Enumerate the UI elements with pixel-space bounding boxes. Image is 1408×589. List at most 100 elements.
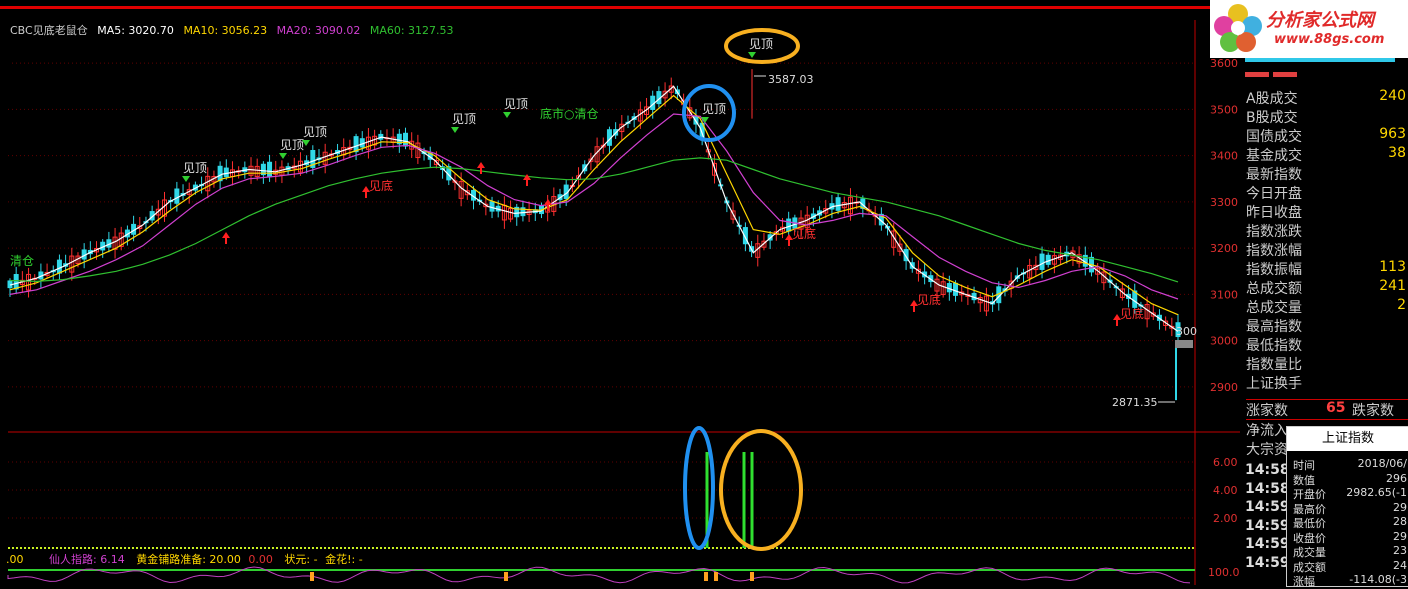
top-signal-arrow xyxy=(182,176,190,182)
bottom-signal-label: 见底 xyxy=(917,292,941,307)
logo-title: 分析家公式网 xyxy=(1266,10,1374,31)
indicator-name: CBC见底老鼠仓 xyxy=(10,24,88,37)
stat-row: 总成交额 241 xyxy=(1246,278,1408,297)
stat-label: 今日开盘 xyxy=(1246,186,1302,202)
sub2-marker xyxy=(714,572,718,581)
bottom-market-label: 底市○清仓 xyxy=(540,106,598,121)
candle-body xyxy=(403,132,409,147)
stat-value: 38 xyxy=(1388,145,1406,161)
ma5-value: MA5: 3020.70 xyxy=(97,24,174,37)
stat-row: 总成交量 2 xyxy=(1246,297,1408,316)
tooltip-value: 2982.65(-1 xyxy=(1346,486,1407,499)
stat-row: 最低指数 xyxy=(1246,335,1408,354)
high-price-label: 3587.03 xyxy=(768,73,814,86)
clear-position-label: 清仓 xyxy=(10,254,34,268)
tooltip-value: 29 xyxy=(1393,529,1407,543)
jinhua-value: 金花!: - xyxy=(325,553,363,566)
kline-chart[interactable]: 见顶见顶见顶见顶见顶 见顶见顶见底见底见底见底清仓底市○清仓3587.032871… xyxy=(0,20,1240,585)
stat-label: 最高指数 xyxy=(1246,319,1302,335)
signal-markers: 见顶见顶见顶见顶见顶 见顶见顶见底见底见底见底清仓底市○清仓3587.032871… xyxy=(10,37,1197,409)
y-tick-label: 3400 xyxy=(1210,150,1238,163)
stat-value: 2 xyxy=(1397,297,1406,313)
stat-row: 基金成交 38 xyxy=(1246,145,1408,164)
tooltip-label: 开盘价 xyxy=(1293,488,1326,501)
tooltip-value: 2018/06/ xyxy=(1357,457,1407,470)
candle-body xyxy=(223,167,229,178)
chart-grid xyxy=(8,20,1240,585)
tooltip-row: 最高价 29 xyxy=(1293,500,1408,516)
low-price-label: 2871.35 xyxy=(1112,396,1158,409)
tick-time: 14:59 xyxy=(1245,499,1290,515)
tooltip-label: 最高价 xyxy=(1293,502,1326,516)
candle-body xyxy=(353,136,359,153)
stat-label: 上证换手 xyxy=(1246,376,1302,392)
stat-row: 国债成交 963 xyxy=(1246,126,1408,145)
candle-body xyxy=(174,188,180,204)
tooltip-value: 24 xyxy=(1393,558,1407,572)
highlight-ellipse-bar xyxy=(683,426,715,550)
tooltip-row: 时间 2018/06/ xyxy=(1293,457,1408,472)
stat-label: 指数量比 xyxy=(1246,357,1302,373)
moving-average-lines xyxy=(9,85,1179,332)
tooltip-label: 时间 xyxy=(1293,459,1315,472)
updown-row: 涨家数 65 跌家数 xyxy=(1246,399,1408,420)
tooltip-label: 成交额 xyxy=(1293,560,1326,574)
tooltip-value: 296 xyxy=(1386,471,1407,485)
tick-time: 14:59 xyxy=(1245,554,1290,571)
tooltip-row: 涨幅 -114.08(-3 xyxy=(1293,573,1408,588)
ma-legend: CBC见底老鼠仓 MA5: 3020.70 MA10: 3056.23 MA20… xyxy=(10,22,460,38)
ma-line-ma5 xyxy=(9,85,1179,332)
tooltip-label: 成交量 xyxy=(1293,546,1326,559)
top-signal-label: 见顶 xyxy=(303,125,327,139)
annotation-overlay xyxy=(0,20,803,551)
candle-body xyxy=(835,197,841,211)
sub-y-tick-label: 4.00 xyxy=(1213,484,1238,497)
candle-body xyxy=(56,259,62,274)
top-signal-label: 见顶 xyxy=(183,161,207,175)
price-axis: 3600 3500 3400 3300 3200 3100 3000 2900 6.00 4.00… xyxy=(1208,57,1240,579)
stat-row: 昨日收盘 xyxy=(1246,202,1408,221)
top-signal-label: 见顶 xyxy=(504,97,528,111)
sub-y-tick-label: 6.00 xyxy=(1213,456,1238,469)
stat-value: 113 xyxy=(1379,259,1406,275)
stat-value: 963 xyxy=(1379,126,1406,142)
stat-label: 指数振幅 xyxy=(1246,262,1302,278)
ma-line-ma10 xyxy=(9,94,1179,316)
tooltip-row: 最低价 28 xyxy=(1293,515,1408,530)
stat-label: 总成交额 xyxy=(1246,281,1302,297)
candle-body xyxy=(1045,254,1051,265)
stat-label: 指数涨幅 xyxy=(1246,243,1302,259)
sub2-marker xyxy=(310,572,314,581)
ma20-value: MA20: 3090.02 xyxy=(276,24,361,37)
stat-value: 240 xyxy=(1379,88,1406,104)
site-logo: 分析家公式网 www.88gs.com xyxy=(1210,0,1408,58)
stat-row: 今日开盘 xyxy=(1246,183,1408,202)
tooltip-label: 涨幅 xyxy=(1293,575,1315,588)
bottom-signal-arrow xyxy=(477,162,485,168)
tooltip-label: 收盘价 xyxy=(1293,531,1326,545)
top-signal-label: 见顶 xyxy=(452,112,476,126)
tick-time: 14:58 xyxy=(1245,462,1290,478)
huangjin-value: 黄金铺路准备: 20.00 xyxy=(136,553,241,566)
tooltip-row: 成交量 23 xyxy=(1293,544,1408,559)
top-signal-arrow xyxy=(503,112,511,118)
top-signal-arrow xyxy=(748,52,756,58)
candle-body xyxy=(953,282,959,296)
tooltip-value: 23 xyxy=(1393,544,1407,557)
y-tick-label: 3200 xyxy=(1210,242,1238,255)
candle-body xyxy=(267,161,273,178)
top-signal-arrow xyxy=(451,127,459,133)
tooltip-row: 成交额 24 xyxy=(1293,558,1408,574)
candle-body xyxy=(1039,253,1045,270)
tooltip-value: 29 xyxy=(1393,500,1407,514)
top-signal-label: 见顶 xyxy=(280,138,304,152)
window-top-bar xyxy=(0,0,1408,9)
candle-body xyxy=(217,165,223,182)
up-count: 65 xyxy=(1326,400,1346,416)
bottom-signal-label: 见底 xyxy=(1120,306,1144,321)
logo-url: www.88gs.com xyxy=(1274,32,1385,47)
sub-legend-prefix: .00 xyxy=(6,553,24,566)
flower-logo-icon xyxy=(1214,4,1262,52)
tooltip-row: 收盘价 29 xyxy=(1293,529,1408,545)
stat-label: 最低指数 xyxy=(1246,338,1302,354)
